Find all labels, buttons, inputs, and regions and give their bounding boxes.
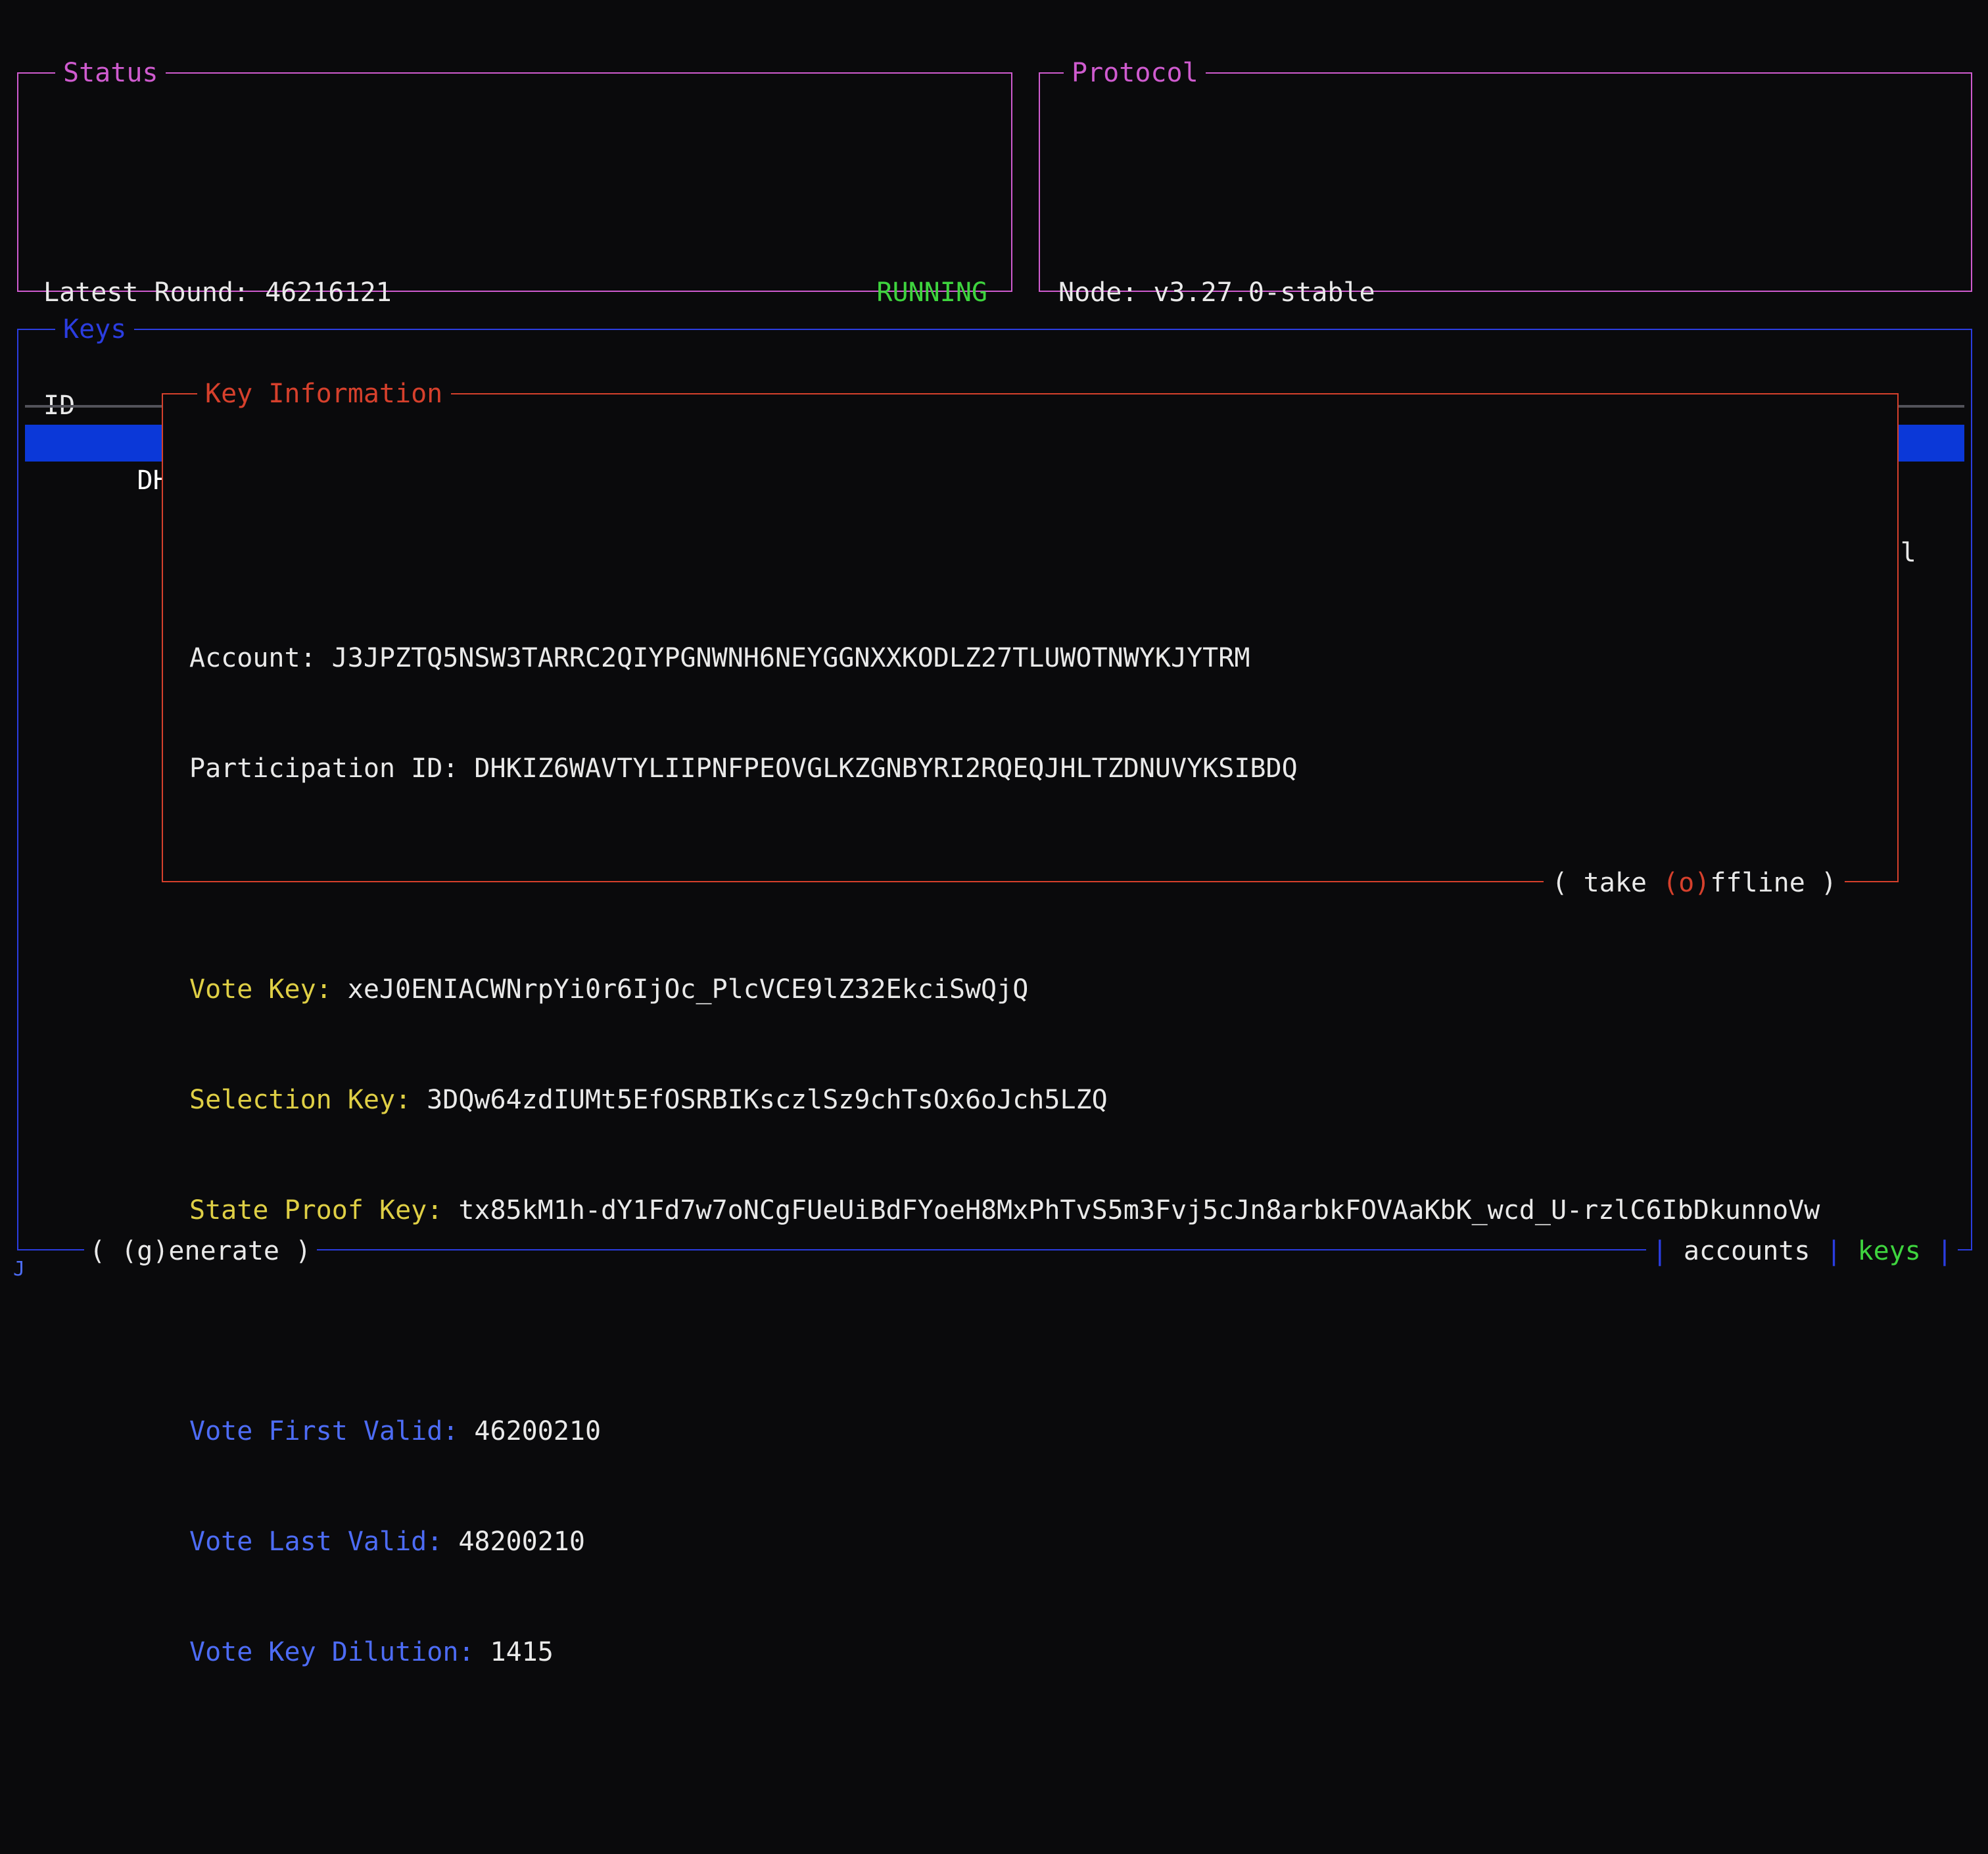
state-proof-key-label: State Proof Key: xyxy=(189,1191,442,1228)
keys-panel-title: Keys xyxy=(55,310,134,347)
key-information-title: Key Information xyxy=(197,375,450,412)
node-version-row: Node: v3.27.0-stable xyxy=(1058,273,1947,310)
take-offline-post: ffline ) xyxy=(1710,867,1837,898)
node-version-value: v3.27.0-stable xyxy=(1153,273,1375,310)
node-version-label: Node: xyxy=(1058,273,1137,310)
vote-key-value: xeJ0ENIACWNrpYi0r6IjOc_PlcVCE9lZ32EkciSw… xyxy=(348,970,1029,1007)
vote-key-dilution-label: Vote Key Dilution: xyxy=(189,1633,475,1670)
latest-round-label: Latest Round: xyxy=(43,273,249,310)
selection-key-value: 3DQw64zdIUMt5EfOSRBIKsczlSz9chTsOx6oJch5… xyxy=(427,1081,1108,1118)
protocol-panel: Protocol Node:v3.27.0-stable Network:mai… xyxy=(1039,72,1972,292)
node-status-badge: RUNNING xyxy=(876,273,987,310)
vote-last-valid-label: Vote Last Valid: xyxy=(189,1523,442,1559)
vote-last-valid-row: Vote Last Valid: 48200210 xyxy=(189,1523,1897,1559)
vote-key-label: Vote Key: xyxy=(189,970,332,1007)
selection-key-row: Selection Key: 3DQw64zdIUMt5EfOSRBIKsczlS… xyxy=(189,1081,1897,1118)
take-offline-pre: ( take xyxy=(1552,867,1663,898)
spacer xyxy=(189,1302,1897,1339)
latest-round-row: Latest Round: 46216121 RUNNING xyxy=(43,273,987,310)
terminal-screen: Status Latest Round:46216121 RUNNING -- … xyxy=(0,0,1988,1291)
vote-key-dilution-row: Vote Key Dilution: 1415 xyxy=(189,1633,1897,1670)
latest-round: Latest Round: 46216121 xyxy=(43,273,392,310)
state-proof-key-row: State Proof Key: tx85kM1h-dY1Fd7w7oNCgFUe… xyxy=(189,1191,1897,1228)
account-value: J3JPZTQ5NSW3TARRC2QIYPGNWNH6NEYGGNXXKODL… xyxy=(332,639,1250,676)
status-panel-title: Status xyxy=(55,54,166,91)
tab-separator: | xyxy=(1937,1232,1952,1269)
key-information-body: Account: J3JPZTQ5NSW3TARRC2QIYPGNWNH6NEYG… xyxy=(163,505,1897,1744)
participation-id-row: Participation ID: DHKIZ6WAVTYLIIPNFPEOVGL… xyxy=(189,749,1897,786)
vote-first-valid-row: Vote First Valid: 46200210 xyxy=(189,1412,1897,1449)
participation-id-label: Participation ID: xyxy=(189,749,458,786)
account-row: Account: J3JPZTQ5NSW3TARRC2QIYPGNWNH6NEYG… xyxy=(189,639,1897,676)
vote-last-valid-value: 48200210 xyxy=(458,1523,585,1559)
participation-id-value: DHKIZ6WAVTYLIIPNFPEOVGLKZGNBYRI2RQEQJHLT… xyxy=(474,749,1297,786)
stray-cursor-char: J xyxy=(13,1260,25,1279)
vote-key-dilution-value: 1415 xyxy=(490,1633,554,1670)
latest-round-value: 46216121 xyxy=(265,273,392,310)
key-information-modal: Key Information Account:J3JPZTQ5NSW3TARR… xyxy=(162,393,1899,882)
status-panel: Status Latest Round:46216121 RUNNING -- … xyxy=(17,72,1012,292)
take-offline-button[interactable]: ( take (o)ffline ) xyxy=(1544,864,1845,901)
vote-first-valid-value: 46200210 xyxy=(474,1412,601,1449)
selection-key-label: Selection Key: xyxy=(189,1081,411,1118)
vote-key-row: Vote Key: xeJ0ENIACWNrpYi0r6IjOc_PlcVCE9l… xyxy=(189,970,1897,1007)
state-proof-key-value: tx85kM1h-dY1Fd7w7oNCgFUeUiBdFYoeH8MxPhTv… xyxy=(458,1191,1820,1228)
vote-first-valid-label: Vote First Valid: xyxy=(189,1412,458,1449)
take-offline-hotkey: (o) xyxy=(1663,867,1710,898)
account-label: Account: xyxy=(189,639,316,676)
protocol-panel-title: Protocol xyxy=(1064,54,1206,91)
